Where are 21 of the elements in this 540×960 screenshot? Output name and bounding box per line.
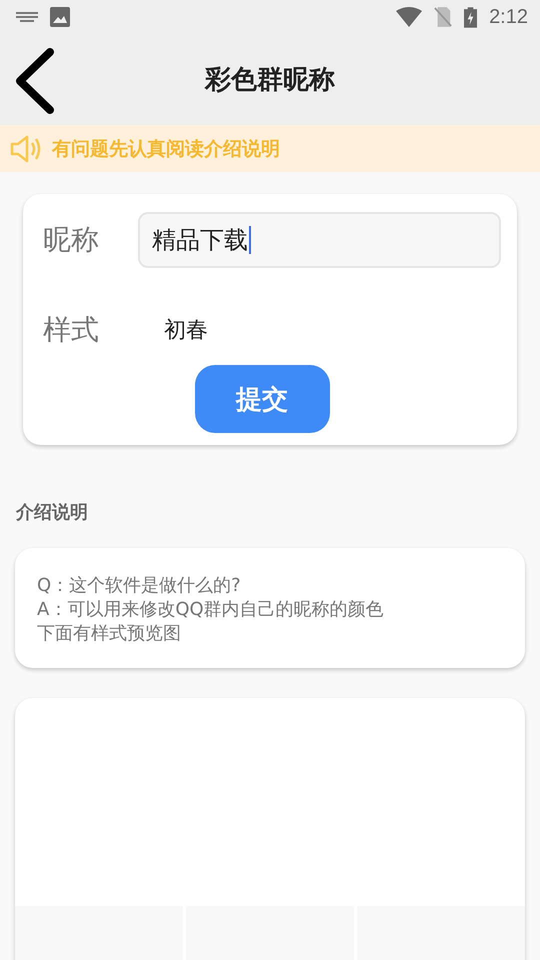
style-value[interactable]: 初春 — [138, 315, 208, 345]
field-label: 昵称 — [43, 222, 100, 258]
keyboard-icon — [16, 12, 38, 22]
battery-icon — [464, 6, 478, 28]
section-heading: 介绍说明 — [16, 501, 89, 524]
nickname-input[interactable]: 精品下载 — [138, 212, 501, 268]
field-label: 样式 — [43, 312, 100, 348]
style-option[interactable] — [15, 906, 183, 960]
intro-text: Q：这个软件是做什么的? — [37, 574, 242, 598]
text-cursor — [249, 226, 251, 254]
style-option[interactable] — [357, 906, 525, 960]
notice-text: 有问题先认真阅读介绍说明 — [52, 136, 280, 162]
wifi-icon — [396, 7, 422, 27]
status-time: 2:12 — [489, 6, 528, 28]
image-icon — [50, 7, 70, 27]
intro-text: A：可以用来修改QQ群内自己的昵称的颜色 — [37, 598, 385, 622]
intro-text: 下面有样式预览图 — [37, 622, 182, 646]
no-sim-icon — [434, 7, 452, 27]
speaker-icon — [10, 134, 42, 164]
page-title: 彩色群昵称 — [205, 64, 335, 97]
back-icon[interactable] — [14, 48, 54, 114]
